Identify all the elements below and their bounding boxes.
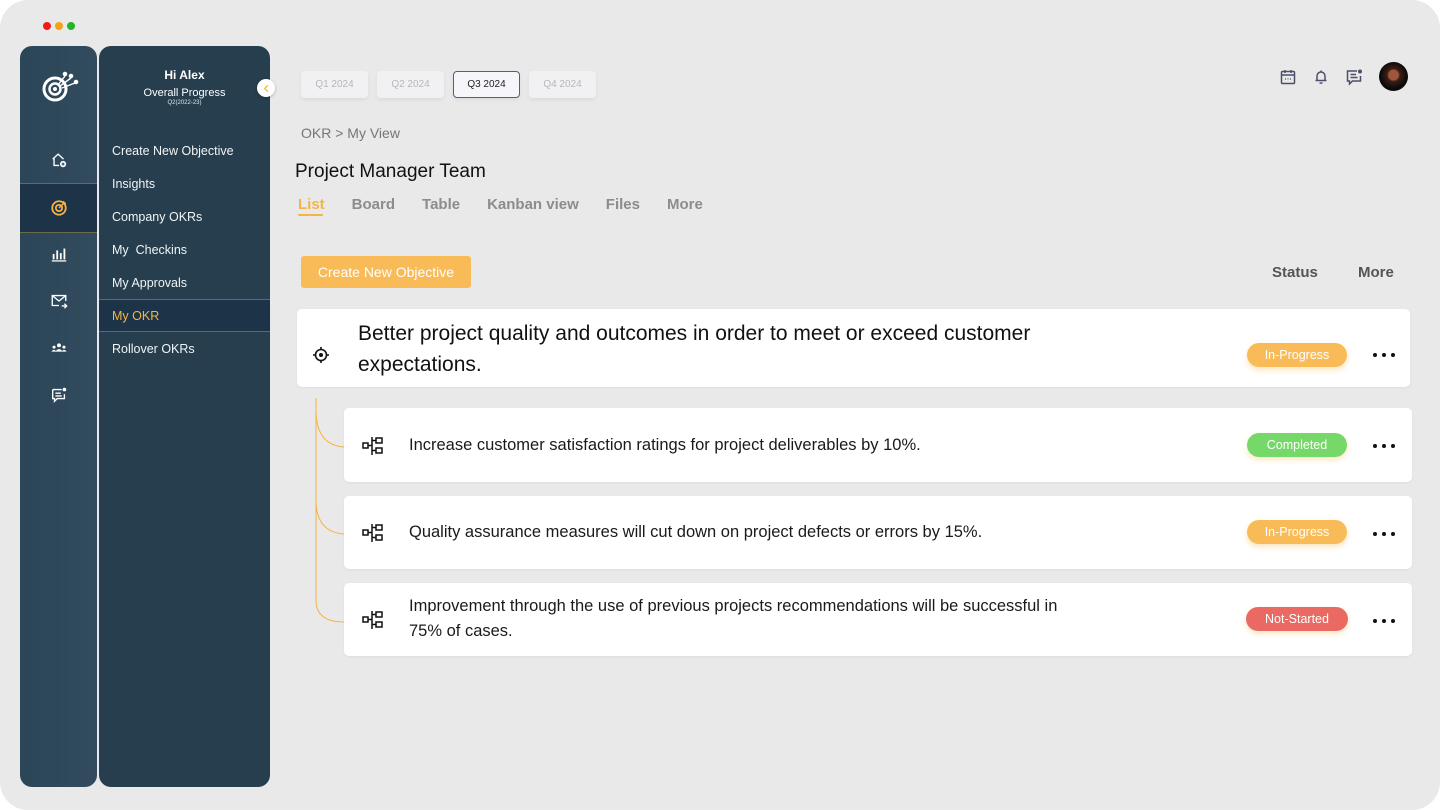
bar-chart-icon	[51, 248, 66, 262]
key-result-text: Quality assurance measures will cut down…	[409, 523, 983, 541]
icon-rail	[20, 46, 97, 787]
progress-period: Q2(2022-23)	[167, 100, 202, 106]
calendar-button[interactable]	[1279, 68, 1297, 86]
quarter-tab-q4-2024[interactable]: Q4 2024	[529, 71, 596, 98]
status-badge[interactable]: In-Progress	[1247, 343, 1347, 367]
more-options-button[interactable]	[1373, 350, 1395, 360]
overall-progress-label: Overall Progress	[143, 87, 226, 99]
status-badge[interactable]: In-Progress	[1247, 520, 1347, 544]
dot	[1391, 619, 1395, 623]
breadcrumb: OKR > My View	[301, 125, 400, 141]
close-window-button[interactable]	[43, 22, 51, 30]
rail-item-team[interactable]	[20, 324, 97, 372]
more-options-button[interactable]	[1373, 616, 1395, 626]
hierarchy-icon	[362, 523, 384, 543]
target-icon	[50, 200, 67, 216]
view-tabs: List Board Table Kanban view Files More	[298, 196, 730, 216]
quarter-tab-q2-2024[interactable]: Q2 2024	[377, 71, 444, 98]
messages-button[interactable]	[1345, 68, 1363, 86]
tree-branch-line	[315, 409, 345, 448]
dot	[1382, 444, 1386, 448]
sidebar-menu: Create New Objective Insights Company OK…	[99, 134, 270, 365]
rail-item-home[interactable]	[20, 136, 97, 184]
page-title: Project Manager Team	[295, 161, 486, 182]
chevron-left-icon	[263, 84, 268, 92]
key-result-text: Improvement through the use of previous …	[409, 597, 1058, 640]
target-network-logo-icon[interactable]	[40, 64, 80, 104]
collapse-sidebar-button[interactable]	[257, 79, 275, 97]
sidebar-item-my-okr[interactable]: My OKR	[99, 299, 270, 332]
sidebar-item-rollover-okrs[interactable]: Rollover OKRs	[99, 332, 270, 365]
status-badge[interactable]: Completed	[1247, 433, 1347, 457]
sidebar-item-create-new-objective[interactable]: Create New Objective	[99, 134, 270, 167]
key-result-card[interactable]: Quality assurance measures will cut down…	[344, 496, 1412, 569]
rail-item-feedback[interactable]	[20, 371, 97, 419]
tree-trunk-line	[315, 398, 345, 623]
okr-sidebar: Hi Alex Overall Progress Q2(2022-23) Cre…	[99, 46, 270, 787]
sidebar-header: Hi Alex Overall Progress Q2(2022-23)	[99, 68, 270, 106]
tab-more[interactable]: More	[667, 196, 703, 213]
window-controls	[43, 22, 75, 30]
user-avatar[interactable]	[1379, 62, 1408, 91]
tab-files[interactable]: Files	[606, 196, 640, 213]
quarter-tab-q1-2024[interactable]: Q1 2024	[301, 71, 368, 98]
dot	[1382, 532, 1386, 536]
header-actions	[1279, 62, 1408, 91]
objective-card[interactable]: Better project quality and outcomes in o…	[297, 309, 1410, 387]
more-column-header[interactable]: More	[1358, 264, 1394, 281]
key-result-card[interactable]: Increase customer satisfaction ratings f…	[344, 408, 1412, 482]
key-result-card[interactable]: Improvement through the use of previous …	[344, 583, 1412, 656]
more-options-button[interactable]	[1373, 441, 1395, 451]
calendar-icon	[1280, 69, 1296, 84]
status-column-header[interactable]: Status	[1272, 264, 1318, 281]
dot	[1373, 532, 1377, 536]
dot	[1382, 353, 1386, 357]
crosshair-icon	[312, 346, 330, 364]
comment-notification-icon	[51, 387, 66, 403]
key-result-text: Increase customer satisfaction ratings f…	[409, 436, 921, 454]
maximize-window-button[interactable]	[67, 22, 75, 30]
tab-table[interactable]: Table	[422, 196, 460, 213]
rail-item-messages[interactable]	[20, 277, 97, 325]
tab-kanban-view[interactable]: Kanban view	[487, 196, 579, 213]
greeting: Hi Alex	[164, 68, 205, 82]
create-new-objective-button[interactable]: Create New Objective	[301, 256, 471, 288]
dot	[1391, 532, 1395, 536]
home-add-icon	[51, 153, 66, 168]
notifications-button[interactable]	[1312, 68, 1330, 86]
hierarchy-icon	[362, 610, 384, 630]
rail-item-okr[interactable]	[20, 183, 97, 233]
dot	[1373, 444, 1377, 448]
dot	[1373, 353, 1377, 357]
tab-board[interactable]: Board	[352, 196, 395, 213]
team-icon	[50, 343, 67, 352]
mail-forward-icon	[51, 294, 68, 309]
tree-branch-line	[315, 499, 345, 535]
minimize-window-button[interactable]	[55, 22, 63, 30]
dot	[1382, 619, 1386, 623]
quarter-selector: Q1 2024 Q2 2024 Q3 2024 Q4 2024	[301, 71, 596, 98]
sidebar-item-my-approvals[interactable]: My Approvals	[99, 266, 270, 299]
quarter-tab-q3-2024[interactable]: Q3 2024	[453, 71, 520, 98]
dot	[1373, 619, 1377, 623]
tab-list[interactable]: List	[298, 196, 325, 216]
dot	[1391, 353, 1395, 357]
sidebar-item-my-checkins[interactable]: My Checkins	[99, 233, 270, 266]
hierarchy-icon	[362, 436, 384, 456]
more-options-button[interactable]	[1373, 529, 1395, 539]
message-notification-icon	[1346, 69, 1362, 86]
objective-title: Better project quality and outcomes in o…	[358, 322, 1031, 376]
rail-item-reports[interactable]	[20, 230, 97, 278]
status-badge[interactable]: Not-Started	[1246, 607, 1348, 631]
sidebar-item-insights[interactable]: Insights	[99, 167, 270, 200]
sidebar-item-company-okrs[interactable]: Company OKRs	[99, 200, 270, 233]
dot	[1391, 444, 1395, 448]
app-window: Hi Alex Overall Progress Q2(2022-23) Cre…	[0, 0, 1440, 810]
bell-icon	[1315, 70, 1327, 84]
